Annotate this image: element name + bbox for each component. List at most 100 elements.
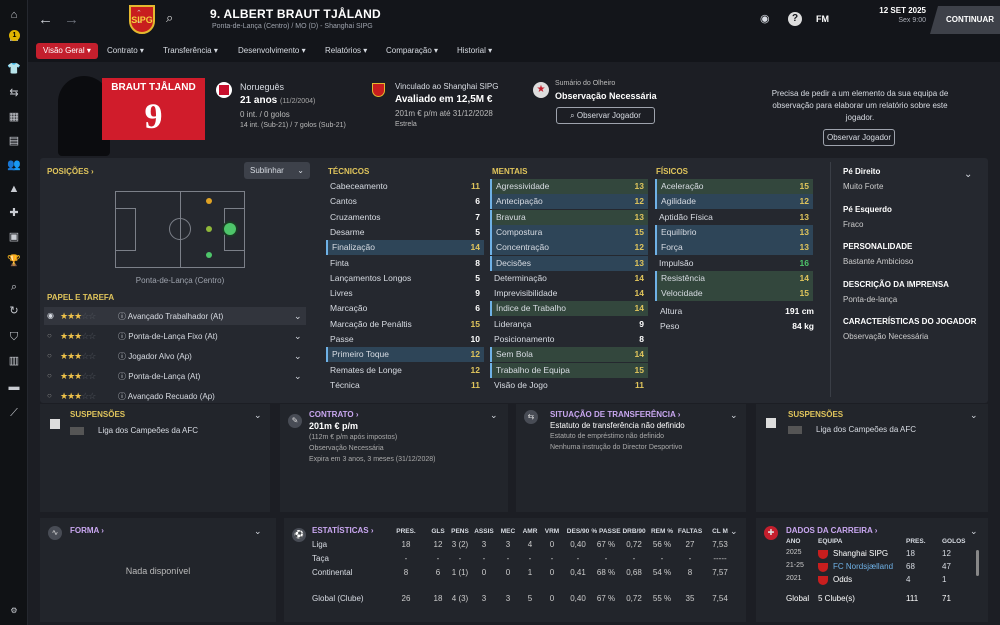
highlight-dropdown[interactable]: Sublinhar ⌄ (244, 162, 310, 179)
tab-relatorios[interactable]: Relatórios ▾ (318, 43, 374, 59)
home-icon[interactable]: ⌂ (7, 8, 21, 22)
attribute-row[interactable]: Equilíbrio 13 (655, 224, 813, 240)
attribute-row[interactable]: Remates de Longe 12 (326, 363, 484, 378)
chevron-down-icon[interactable]: ⌄ (964, 169, 972, 180)
attribute-row[interactable]: Aptidão Física 13 (655, 210, 813, 225)
tab-desenvolvimento[interactable]: Desenvolvimento ▾ (231, 43, 313, 59)
tab-visao-geral[interactable]: Visão Geral ▾ (36, 43, 98, 59)
attribute-row[interactable]: Impulsão 16 (655, 256, 813, 271)
radio-icon[interactable]: ○ (47, 391, 52, 400)
chevron-down-icon[interactable]: ⌄ (294, 371, 302, 382)
finance-icon[interactable]: ▥ (7, 354, 21, 368)
transfers-icon[interactable]: ⇆ (7, 86, 21, 100)
search-icon[interactable]: ⌕ (7, 280, 21, 294)
attribute-row[interactable]: Imprevisibilidade 14 (490, 286, 648, 301)
attribute-row[interactable]: Finta 8 (326, 256, 484, 271)
attribute-row[interactable]: Primeiro Toque 12 (326, 347, 484, 363)
reports-icon[interactable]: ▤ (7, 134, 21, 148)
attribute-row[interactable]: Concentração 12 (490, 240, 648, 256)
club-crest[interactable]: SIPG (129, 5, 155, 34)
back-arrow-icon[interactable]: ← (38, 11, 53, 28)
info-icon[interactable]: ⓘ (118, 392, 126, 401)
attribute-row[interactable]: Antecipação 12 (490, 194, 648, 210)
radio-selected-icon[interactable]: ◉ (47, 311, 54, 320)
attribute-row[interactable]: Trabalho de Equipa 15 (490, 362, 648, 378)
attribute-row[interactable]: Posicionamento 8 (490, 332, 648, 347)
chevron-down-icon[interactable]: ⌄ (294, 351, 302, 362)
chevron-down-icon[interactable]: ⌄ (490, 410, 498, 421)
tab-transferencia[interactable]: Transferência ▾ (156, 43, 225, 59)
attribute-row[interactable]: Decisões 13 (490, 255, 648, 271)
attribute-row[interactable]: Bravura 13 (490, 209, 648, 225)
search-icon[interactable]: ⌕ (166, 10, 173, 26)
chevron-down-icon[interactable]: ⌄ (730, 410, 738, 421)
form-title[interactable]: FORMA › (70, 526, 104, 535)
attribute-row[interactable]: Marcação 6 (326, 301, 484, 316)
attribute-row[interactable]: Resistência 14 (655, 270, 813, 286)
attribute-row[interactable]: Visão de Jogo 11 (490, 378, 648, 393)
positions-title[interactable]: POSIÇÕES › (47, 167, 94, 176)
attribute-row[interactable]: Compostura 15 (490, 224, 648, 240)
refresh-icon[interactable]: ↻ (7, 304, 21, 318)
trend-icon[interactable]: ⟋ (7, 406, 21, 420)
chevron-down-icon[interactable]: ⌄ (294, 311, 302, 322)
attribute-row[interactable]: Liderança 9 (490, 317, 648, 332)
fm-logo[interactable]: FM (816, 14, 829, 24)
help-icon[interactable]: ? (788, 12, 802, 26)
contract-title[interactable]: CONTRATO › (309, 410, 358, 419)
board-icon[interactable]: ▬ (7, 380, 21, 394)
training-icon[interactable]: ▲ (7, 182, 21, 196)
career-team[interactable]: Shanghai SIPG (833, 549, 888, 558)
career-title[interactable]: DADOS DA CARREIRA › (786, 526, 877, 535)
attribute-row[interactable]: Passe 10 (326, 332, 484, 347)
settings-icon[interactable]: ⚙ (7, 604, 21, 618)
attribute-row[interactable]: Lançamentos Longos 5 (326, 271, 484, 286)
career-team[interactable]: FC Nordsjælland (833, 562, 893, 571)
radio-icon[interactable]: ○ (47, 331, 52, 340)
attribute-row[interactable]: Cantos 6 (326, 194, 484, 209)
shield-icon[interactable]: ⛉ (7, 330, 21, 344)
squad-icon[interactable]: 👕 (7, 62, 21, 76)
continue-button[interactable]: CONTINUAR ➜ (930, 6, 1000, 34)
attribute-row[interactable]: Desarme 5 (326, 225, 484, 240)
info-icon[interactable]: ⓘ (118, 372, 126, 381)
chevron-down-icon[interactable]: ⌄ (970, 410, 978, 421)
attribute-row[interactable]: Marcação de Penáltis 15 (326, 317, 484, 332)
attribute-row[interactable]: Agressividade 13 (490, 179, 648, 194)
transfer-status-title[interactable]: SITUAÇÃO DE TRANSFERÊNCIA › (550, 410, 680, 419)
attribute-row[interactable]: Agilidade 12 (655, 194, 813, 210)
chevron-down-icon[interactable]: ⌄ (254, 526, 262, 537)
chevron-down-icon[interactable]: ⌄ (970, 526, 978, 537)
radio-icon[interactable]: ○ (47, 371, 52, 380)
attribute-row[interactable]: Cruzamentos 7 (326, 210, 484, 225)
chevron-down-icon[interactable]: ⌄ (254, 410, 262, 421)
tab-contrato[interactable]: Contrato ▾ (100, 43, 151, 59)
tab-historial[interactable]: Historial ▾ (450, 43, 499, 59)
attribute-row[interactable]: Velocidade 15 (655, 286, 813, 302)
attribute-row[interactable]: Índice de Trabalho 14 (490, 301, 648, 317)
stats-title[interactable]: ESTATÍSTICAS › (312, 526, 373, 535)
radio-icon[interactable]: ○ (47, 351, 52, 360)
player-switch-chevrons[interactable]: ⌃ ⌄ (136, 10, 142, 26)
calendar-icon[interactable]: ▣ (7, 230, 21, 244)
medical-icon[interactable]: ✚ (7, 206, 21, 220)
trophy-icon[interactable]: 🏆 (7, 254, 21, 268)
info-icon[interactable]: ⓘ (118, 312, 126, 321)
career-team[interactable]: Odds (833, 575, 852, 584)
globe-icon[interactable]: ◉ (760, 12, 770, 25)
scout-player-button[interactable]: ⌕ Observar Jogador (556, 107, 655, 124)
attribute-row[interactable]: Força 13 (655, 240, 813, 256)
tactics-icon[interactable]: ▦ (7, 110, 21, 124)
scrollbar[interactable] (976, 550, 979, 576)
staff-icon[interactable]: 👥 (7, 158, 21, 172)
attribute-row[interactable]: Aceleração 15 (655, 179, 813, 194)
forward-arrow-icon[interactable]: → (64, 11, 79, 28)
info-icon[interactable]: ⓘ (118, 352, 126, 361)
scout-player-button-2[interactable]: Observar Jogador (823, 129, 895, 146)
attribute-row[interactable]: Livres 9 (326, 286, 484, 301)
attribute-row[interactable]: Determinação 14 (490, 271, 648, 286)
attribute-row[interactable]: Finalização 14 (326, 240, 484, 256)
attribute-row[interactable]: Sem Bola 14 (490, 347, 648, 363)
tab-comparacao[interactable]: Comparação ▾ (379, 43, 445, 59)
attribute-row[interactable]: Cabeceamento 11 (326, 179, 484, 194)
